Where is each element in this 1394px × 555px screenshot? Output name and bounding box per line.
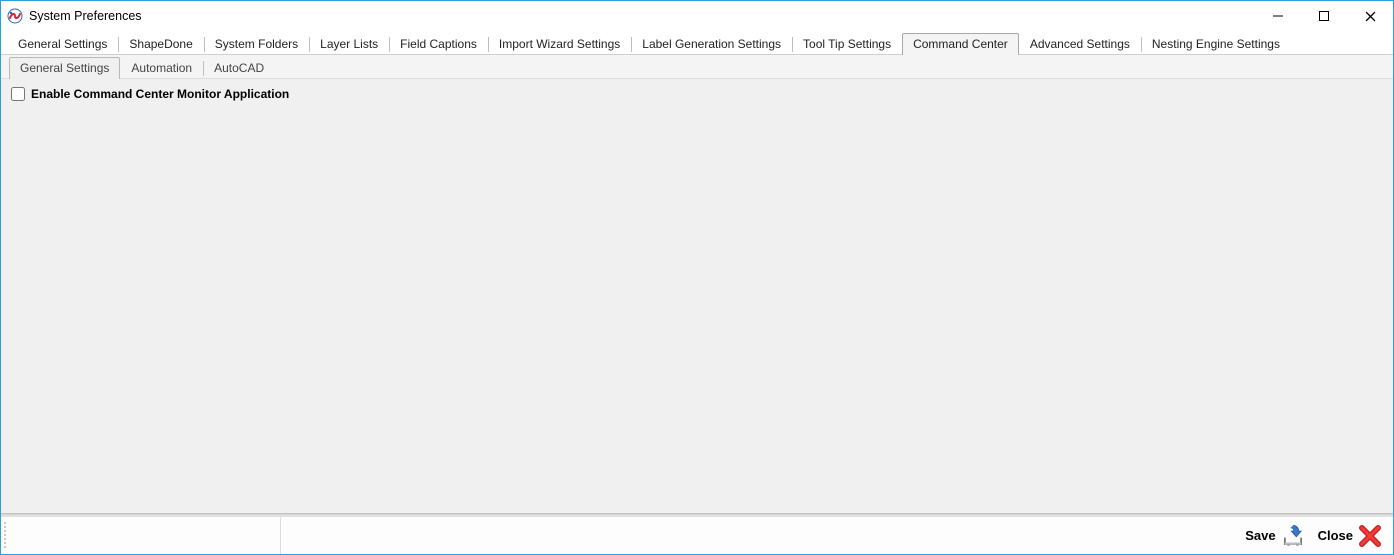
primary-tab-tool-tip-settings[interactable]: Tool Tip Settings (792, 33, 902, 55)
tab-label: Advanced Settings (1030, 37, 1130, 51)
tab-label: Command Center (913, 37, 1008, 51)
primary-tab-shapedone[interactable]: ShapeDone (118, 33, 203, 55)
primary-tab-advanced-settings[interactable]: Advanced Settings (1019, 33, 1141, 55)
primary-tab-command-center[interactable]: Command Center (902, 33, 1019, 55)
enable-monitor-label: Enable Command Center Monitor Applicatio… (31, 87, 289, 101)
tab-label: Tool Tip Settings (803, 37, 891, 51)
tab-label: Nesting Engine Settings (1152, 37, 1280, 51)
status-panel (1, 517, 281, 554)
primary-tabstrip: General Settings ShapeDone System Folders L… (1, 31, 1393, 55)
primary-tab-nesting-engine-settings[interactable]: Nesting Engine Settings (1141, 33, 1291, 55)
titlebar: System Preferences (1, 1, 1393, 31)
save-button[interactable]: Save (1239, 517, 1311, 554)
window-close-button[interactable] (1347, 1, 1393, 31)
primary-tab-layer-lists[interactable]: Layer Lists (309, 33, 389, 55)
minimize-button[interactable] (1255, 1, 1301, 31)
app-icon (7, 8, 23, 24)
enable-monitor-checkbox[interactable] (11, 87, 25, 101)
tab-label: System Folders (215, 37, 298, 51)
primary-tab-system-folders[interactable]: System Folders (204, 33, 309, 55)
tab-label: Field Captions (400, 37, 477, 51)
tab-label: Label Generation Settings (642, 37, 781, 51)
tab-label: Import Wizard Settings (499, 37, 620, 51)
secondary-tabstrip: General Settings Automation AutoCAD (1, 55, 1393, 79)
primary-tab-general-settings[interactable]: General Settings (7, 33, 118, 55)
tab-label: General Settings (18, 37, 107, 51)
secondary-tab-autocad[interactable]: AutoCAD (203, 57, 275, 79)
tab-label: AutoCAD (214, 61, 264, 75)
tab-label: General Settings (20, 61, 109, 75)
primary-tab-import-wizard-settings[interactable]: Import Wizard Settings (488, 33, 631, 55)
system-preferences-window: System Preferences General Settings Shape… (0, 0, 1394, 555)
close-button-label: Close (1318, 528, 1353, 543)
close-icon (1357, 523, 1383, 549)
secondary-tab-automation[interactable]: Automation (120, 57, 203, 79)
bottombar: Save Close (1, 516, 1393, 554)
content-panel: Enable Command Center Monitor Applicatio… (1, 79, 1393, 513)
tab-label: Layer Lists (320, 37, 378, 51)
save-icon (1280, 523, 1306, 549)
maximize-button[interactable] (1301, 1, 1347, 31)
window-title: System Preferences (29, 9, 142, 23)
enable-monitor-row: Enable Command Center Monitor Applicatio… (11, 87, 1383, 101)
close-button[interactable]: Close (1312, 517, 1389, 554)
primary-tab-label-generation-settings[interactable]: Label Generation Settings (631, 33, 792, 55)
tab-label: Automation (131, 61, 192, 75)
secondary-tab-general-settings[interactable]: General Settings (9, 57, 120, 79)
tab-label: ShapeDone (129, 37, 192, 51)
save-button-label: Save (1245, 528, 1275, 543)
status-grip-icon (3, 521, 7, 550)
primary-tab-field-captions[interactable]: Field Captions (389, 33, 488, 55)
